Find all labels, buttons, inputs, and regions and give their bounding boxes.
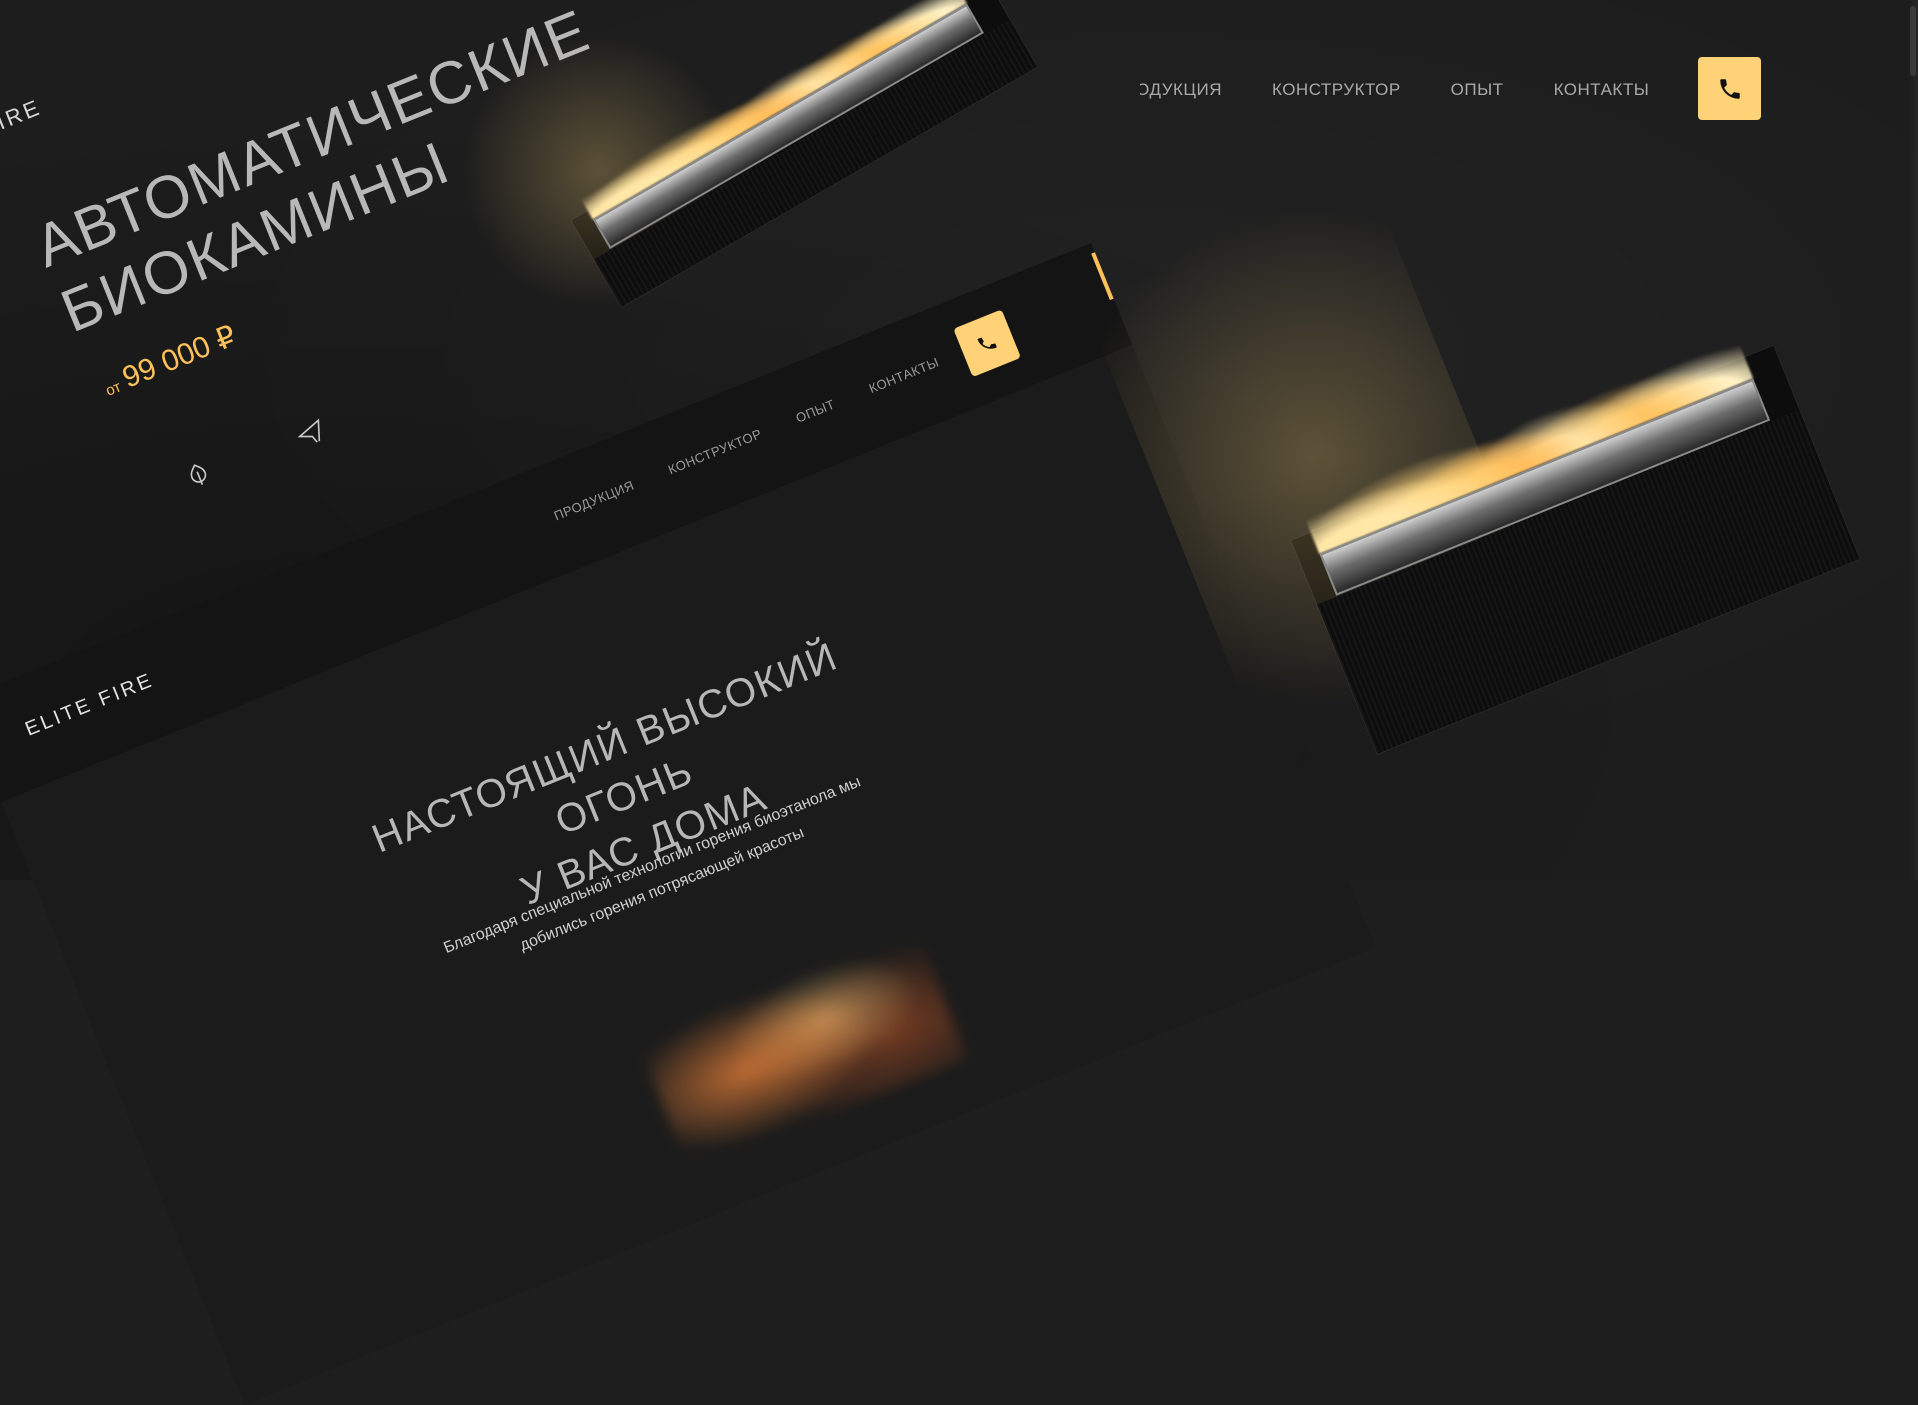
scrollbar-thumb[interactable] [1910,6,1916,76]
card-front-nav-experience[interactable]: ОПЫТ [794,396,838,425]
leaf-icon [180,457,216,493]
card-front-nav-products[interactable]: ПРОДУКЦИЯ [552,478,637,524]
card-back-price: от99 000 ₽ [98,318,241,403]
card-front-phone-button[interactable] [953,309,1021,378]
phone-button[interactable] [1698,57,1761,120]
card-back-brand: IRE [0,94,46,135]
fire-image [622,891,968,1171]
card-front-brand: ELITE FIRE [22,669,158,741]
card-front-nav-contacts[interactable]: КОНТАКТЫ [867,354,941,396]
card-front-nav-constructor[interactable]: КОНСТРУКТОР [666,426,764,477]
nav-products[interactable]: ПРОДУКЦИЯ [1140,80,1222,100]
nav-experience[interactable]: ОПЫТ [1451,80,1504,100]
price-prefix: от [103,378,124,400]
price-value: 99 000 ₽ [117,319,241,395]
nav-constructor[interactable]: КОНСТРУКТОР [1272,80,1401,100]
phone-icon [977,337,997,349]
top-nav: ПРОДУКЦИЯ КОНСТРУКТОР ОПЫТ КОНТАКТЫ [1140,58,1758,122]
nav-contacts[interactable]: КОНТАКТЫ [1554,80,1650,100]
plane-icon [291,412,327,448]
phone-icon [1719,78,1740,99]
scrollbar-track[interactable] [1908,0,1918,880]
